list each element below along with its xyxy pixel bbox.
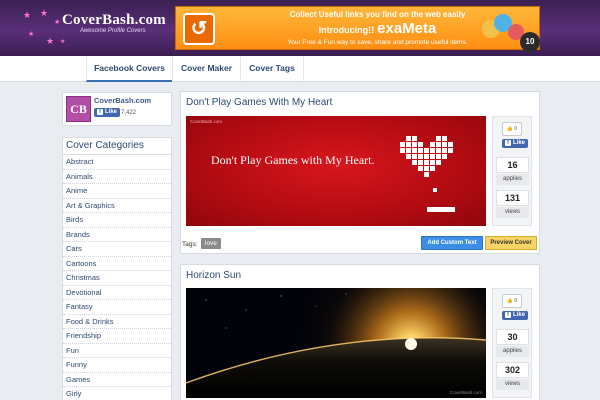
add-custom-text-button[interactable]: Add Custom Text <box>421 236 483 250</box>
category-link[interactable]: Fun <box>63 344 171 358</box>
like-label: Like <box>513 140 526 146</box>
category-link[interactable]: Animals <box>63 170 171 184</box>
banner-decor-circles: 10 <box>482 14 544 54</box>
like-small-count: 0 <box>514 298 518 304</box>
cover-card: Don't Play Games With My Heart CoverBash… <box>180 91 540 254</box>
category-link[interactable]: Art & Graphics <box>63 199 171 213</box>
cover-watermark: CoverBash.com <box>449 390 482 395</box>
pixel-heart-graphic <box>400 136 456 178</box>
cover-image[interactable]: CoverBash.com Don't Play Games with My H… <box>186 116 486 226</box>
banner-product: exaMeta <box>377 20 437 37</box>
category-link[interactable]: Food & Drinks <box>63 315 171 329</box>
nav-cover-maker[interactable]: Cover Maker <box>172 56 240 82</box>
views-count: 302 <box>496 362 529 378</box>
horizon-sun-graphic <box>186 288 486 398</box>
category-link[interactable]: Brands <box>63 228 171 242</box>
logo-title: CoverBash.com <box>62 12 166 28</box>
applies-count: 16 <box>496 157 529 173</box>
cover-title-link[interactable]: Don't Play Games With My Heart <box>186 97 332 108</box>
cover-categories: Cover Categories Abstract Animals Anime … <box>62 137 172 400</box>
facebook-icon: f <box>505 312 511 318</box>
category-link[interactable]: Funny <box>63 358 171 373</box>
site-logo[interactable]: CoverBash.com Awesome Profile Covers <box>62 12 166 34</box>
applies-count: 30 <box>496 329 529 345</box>
main-nav: Facebook Covers Cover Maker Cover Tags <box>0 56 600 82</box>
applies-label: applies <box>496 346 529 357</box>
cover-like-button[interactable]: f Like <box>502 139 529 148</box>
category-link[interactable]: Birds <box>63 213 171 228</box>
paddle-graphic <box>427 207 455 212</box>
facebook-icon: f <box>97 109 103 115</box>
page-name-link[interactable]: CoverBash.com <box>94 96 151 105</box>
views-label: views <box>496 379 529 390</box>
tag-link[interactable]: love <box>201 238 221 249</box>
page-like-button[interactable]: f Like <box>94 108 121 117</box>
cover-like-button[interactable]: f Like <box>502 311 529 320</box>
cover-stats: 👍 0 f Like 16 applies 131 views <box>492 116 532 226</box>
category-link[interactable]: Games <box>63 373 171 387</box>
thumbs-up-button[interactable]: 👍 0 <box>502 122 522 136</box>
cover-image[interactable]: CoverBash.com <box>186 288 486 398</box>
like-small-count: 0 <box>514 126 518 132</box>
category-link[interactable]: Cartoons <box>63 257 171 271</box>
category-link[interactable]: Fantasy <box>63 300 171 315</box>
like-label: Like <box>105 109 118 115</box>
facebook-icon: f <box>505 140 511 146</box>
ball-graphic <box>433 188 437 192</box>
page-like-count: 7,422 <box>121 110 137 116</box>
cover-title-link[interactable]: Horizon Sun <box>186 270 241 281</box>
cover-image-text: Don't Play Games with My Heart. <box>211 153 375 167</box>
applies-label: applies <box>496 174 529 185</box>
site-header: ★ ★ ★ ★ ★ ★ CoverBash.com Awesome Profile C… <box>0 0 600 56</box>
views-label: views <box>496 207 529 218</box>
banner-introducing: Introducing!! <box>318 25 375 35</box>
nav-facebook-covers[interactable]: Facebook Covers <box>86 56 172 82</box>
category-link[interactable]: Anime <box>63 184 171 199</box>
views-count: 131 <box>496 190 529 206</box>
category-link[interactable]: Friendship <box>63 329 171 344</box>
nav-cover-tags[interactable]: Cover Tags <box>240 56 304 82</box>
cover-card: Horizon Sun CoverBash.com 👍 0 f Like 30 … <box>180 264 540 400</box>
category-link[interactable]: Devotional <box>63 286 171 300</box>
cover-watermark: CoverBash.com <box>190 119 223 124</box>
decorative-stars: ★ ★ ★ ★ ★ ★ <box>23 8 66 46</box>
facebook-page-box: CB CoverBash.com f Like 7,422 <box>62 92 172 126</box>
category-link[interactable]: Cars <box>63 242 171 257</box>
coverbash-page-logo[interactable]: CB <box>66 96 91 122</box>
categories-title: Cover Categories <box>63 138 171 155</box>
category-link[interactable]: Christmas <box>63 271 171 286</box>
category-link[interactable]: Girly <box>63 387 171 400</box>
tags-label: Tags: <box>182 241 198 248</box>
preview-cover-button[interactable]: Preview Cover <box>485 236 537 250</box>
like-label: Like <box>513 312 526 318</box>
thumbs-up-button[interactable]: 👍 0 <box>502 294 522 308</box>
cover-stats: 👍 0 f Like 30 applies 302 views <box>492 288 532 398</box>
category-link[interactable]: Abstract <box>63 155 171 170</box>
